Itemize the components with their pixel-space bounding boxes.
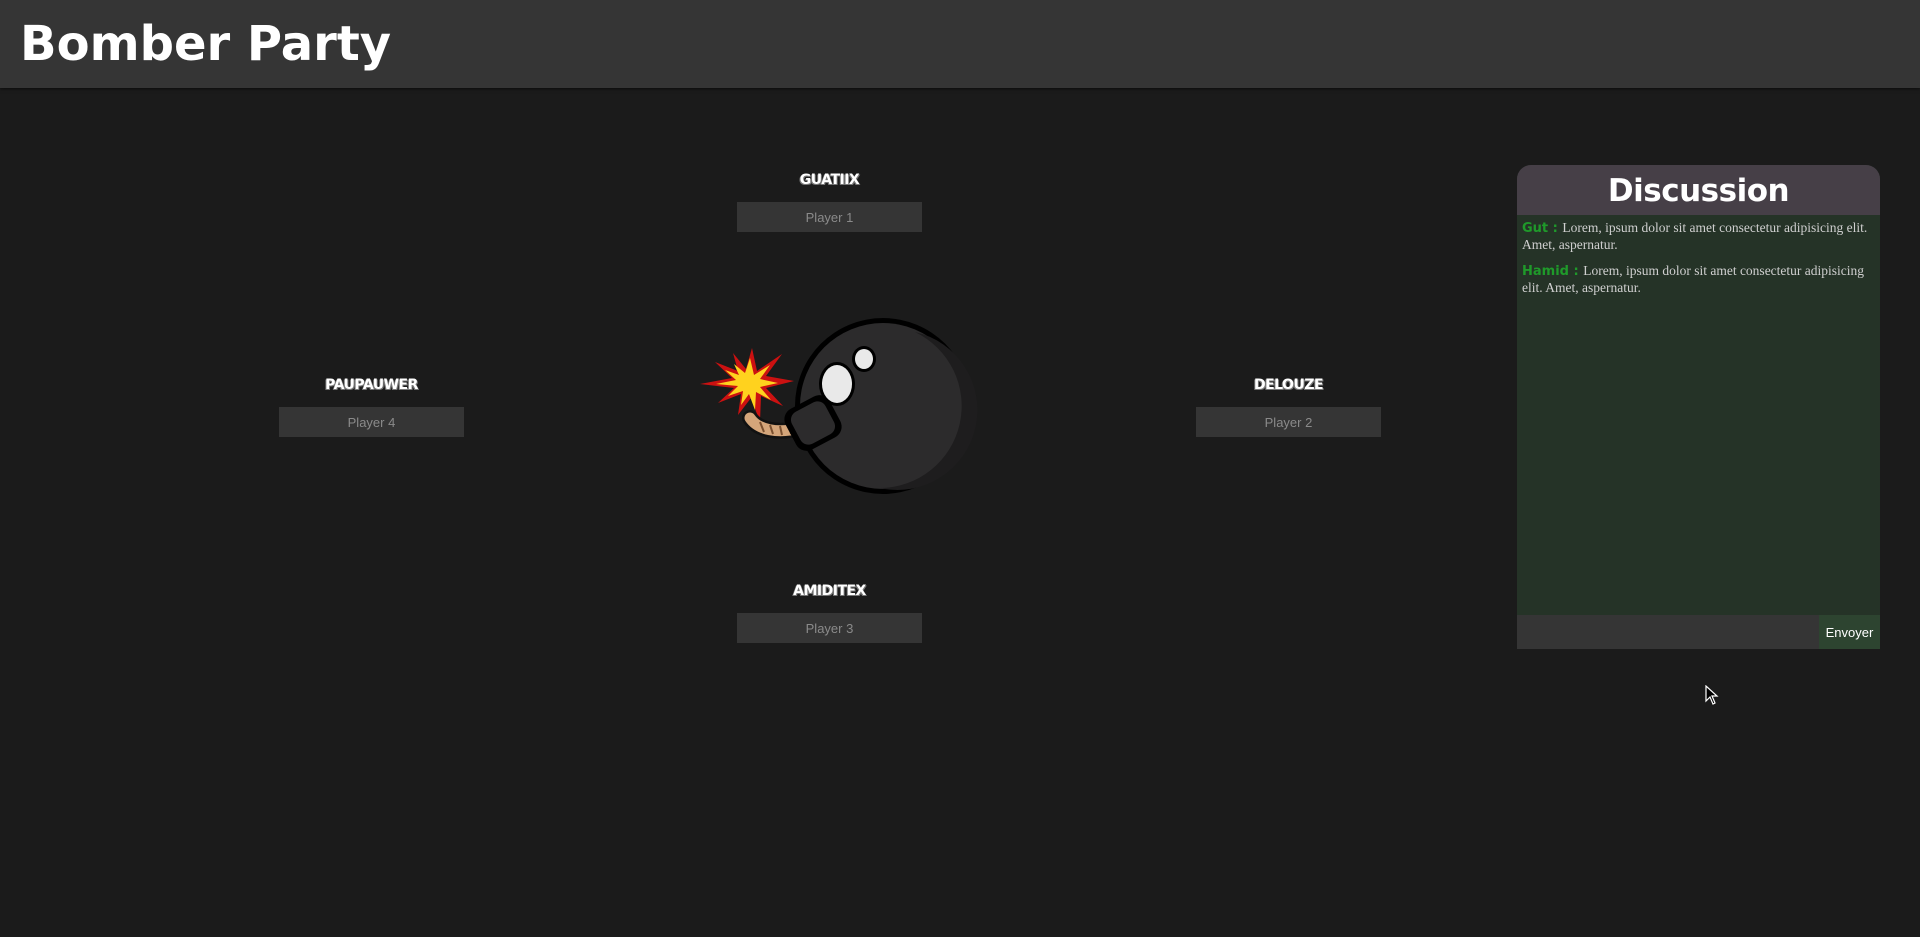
message-text: Lorem, ipsum dolor sit amet consectetur …: [1522, 220, 1868, 252]
player-slot-3: AMIDITEX: [737, 581, 922, 643]
chat-footer: Envoyer: [1517, 615, 1880, 649]
chat-title: Discussion: [1607, 173, 1790, 209]
message-author: Gut :: [1522, 221, 1563, 236]
app-title: Bomber Party: [20, 16, 392, 72]
player-name: PAUPAUWER: [325, 377, 418, 393]
mouse-cursor-icon: [1705, 685, 1719, 705]
message-author: Hamid :: [1522, 264, 1584, 279]
player-2-input[interactable]: [1196, 407, 1381, 437]
player-1-input[interactable]: [737, 202, 922, 232]
chat-message-list: Gut : Lorem, ipsum dolor sit amet consec…: [1517, 215, 1880, 604]
player-name: DELOUZE: [1253, 377, 1324, 393]
player-3-input[interactable]: [737, 613, 922, 643]
player-slot-1: GUATIIX: [737, 170, 922, 232]
player-name: GUATIIX: [799, 172, 860, 188]
player-name: AMIDITEX: [793, 583, 866, 599]
player-slot-2: DELOUZE: [1196, 375, 1381, 437]
app-header: Bomber Party: [0, 0, 1920, 88]
player-slot-4: PAUPAUWER: [279, 375, 464, 437]
chat-header: Discussion: [1517, 165, 1880, 215]
player-4-input[interactable]: [279, 407, 464, 437]
chat-message-input[interactable]: [1517, 615, 1819, 649]
bomb-icon: [700, 318, 978, 494]
chat-panel: Discussion Gut : Lorem, ipsum dolor sit …: [1517, 165, 1880, 649]
chat-message: Gut : Lorem, ipsum dolor sit amet consec…: [1522, 220, 1875, 253]
send-button[interactable]: Envoyer: [1819, 615, 1880, 649]
chat-message: Hamid : Lorem, ipsum dolor sit amet cons…: [1522, 263, 1875, 296]
